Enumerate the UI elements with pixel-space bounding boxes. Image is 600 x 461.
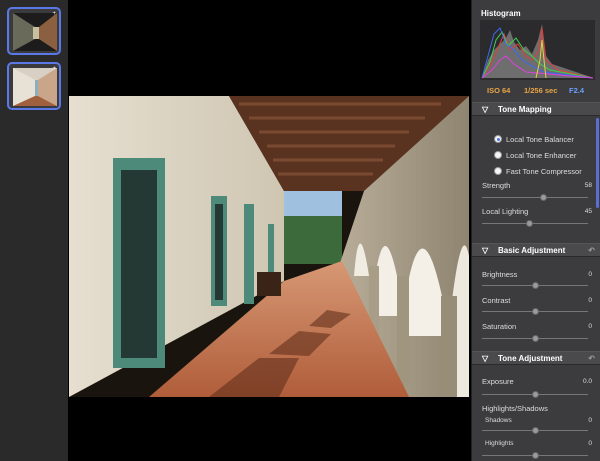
slider-strength[interactable]	[482, 194, 588, 201]
reset-arrow-icon[interactable]: ↶	[588, 354, 595, 363]
radio-selected-icon	[494, 135, 502, 143]
slider-thumb[interactable]	[532, 427, 539, 434]
filmstrip: + +	[0, 0, 68, 461]
radio-local-tone-balancer[interactable]: Local Tone Balancer	[494, 133, 598, 145]
thumbnail-image	[13, 68, 57, 106]
slider-contrast[interactable]	[482, 308, 588, 315]
slider-thumb[interactable]	[532, 452, 539, 459]
section-basic-adjustment[interactable]: ▽ Basic Adjustment ↶	[472, 243, 600, 257]
slider-label-shadows: Shadows	[485, 417, 512, 424]
radio-fast-tone-compressor[interactable]: Fast Tone Compressor	[494, 165, 598, 177]
histogram	[480, 20, 595, 80]
slider-value-brightness: 0	[588, 271, 592, 278]
triangle-down-icon[interactable]: ▽	[482, 105, 488, 114]
section-tone-mapping[interactable]: ▽ Tone Mapping	[472, 102, 600, 116]
adjustment-panel: Histogram ISO 64 1/256 sec F2.4 ▽ Tone M…	[471, 0, 600, 461]
slider-saturation[interactable]	[482, 335, 588, 342]
radio-local-tone-enhancer[interactable]: Local Tone Enhancer	[494, 149, 598, 161]
slider-value-highlights: 0	[588, 440, 592, 447]
slider-label-exposure: Exposure	[482, 377, 514, 386]
section-title: Tone Adjustment	[498, 354, 563, 363]
radio-unselected-icon	[494, 167, 502, 175]
histogram-title: Histogram	[481, 9, 521, 18]
slider-label-strength: Strength	[482, 181, 511, 190]
radio-label: Fast Tone Compressor	[506, 167, 582, 176]
slider-value-exposure: 0.0	[582, 378, 592, 385]
section-title: Basic Adjustment	[498, 246, 566, 255]
section-title: Tone Mapping	[498, 105, 552, 114]
panel-scrollbar[interactable]	[596, 118, 599, 208]
slider-shadows[interactable]	[482, 427, 588, 434]
radio-unselected-icon	[494, 151, 502, 159]
slider-label-highlights: Highlights	[485, 440, 514, 447]
slider-thumb[interactable]	[532, 391, 539, 398]
slider-label-brightness: Brightness	[482, 270, 518, 279]
slider-label-local-lighting: Local Lighting	[482, 207, 529, 216]
slider-thumb[interactable]	[526, 220, 533, 227]
group-label-highlights-shadows: Highlights/Shadows	[482, 404, 548, 413]
exif-info: ISO 64 1/256 sec F2.4	[472, 84, 600, 98]
histogram-graph	[481, 24, 594, 79]
slider-value-shadows: 0	[588, 417, 592, 424]
slider-label-saturation: Saturation	[482, 322, 517, 331]
exif-iso: ISO 64	[487, 86, 511, 95]
radio-label: Local Tone Enhancer	[506, 151, 577, 160]
slider-value-strength: 58	[584, 182, 592, 189]
section-tone-adjustment[interactable]: ▽ Tone Adjustment ↶	[472, 351, 600, 365]
triangle-down-icon[interactable]: ▽	[482, 246, 488, 255]
reset-arrow-icon[interactable]: ↶	[588, 246, 595, 255]
exif-aperture: F2.4	[569, 86, 585, 95]
thumbnail-image	[13, 13, 57, 51]
slider-thumb[interactable]	[532, 335, 539, 342]
slider-thumb[interactable]	[532, 282, 539, 289]
slider-local-lighting[interactable]	[482, 220, 588, 227]
photo-preview	[69, 96, 469, 397]
slider-value-local-lighting: 45	[584, 208, 592, 215]
slider-value-saturation: 0	[588, 323, 592, 330]
exif-shutter: 1/256 sec	[524, 86, 558, 95]
radio-label: Local Tone Balancer	[506, 135, 574, 144]
slider-value-contrast: 0	[588, 297, 592, 304]
slider-highlights[interactable]	[482, 452, 588, 459]
thumbnail-2[interactable]: +	[7, 62, 61, 110]
slider-exposure[interactable]	[482, 391, 588, 398]
image-canvas[interactable]	[68, 0, 470, 461]
slider-label-contrast: Contrast	[482, 296, 511, 305]
thumbnail-badge: +	[52, 11, 56, 17]
slider-brightness[interactable]	[482, 282, 588, 289]
photo-image	[69, 96, 469, 397]
thumbnail-badge: +	[52, 66, 56, 72]
slider-thumb[interactable]	[540, 194, 547, 201]
thumbnail-1[interactable]: +	[7, 7, 61, 55]
triangle-down-icon[interactable]: ▽	[482, 354, 488, 363]
slider-thumb[interactable]	[532, 308, 539, 315]
